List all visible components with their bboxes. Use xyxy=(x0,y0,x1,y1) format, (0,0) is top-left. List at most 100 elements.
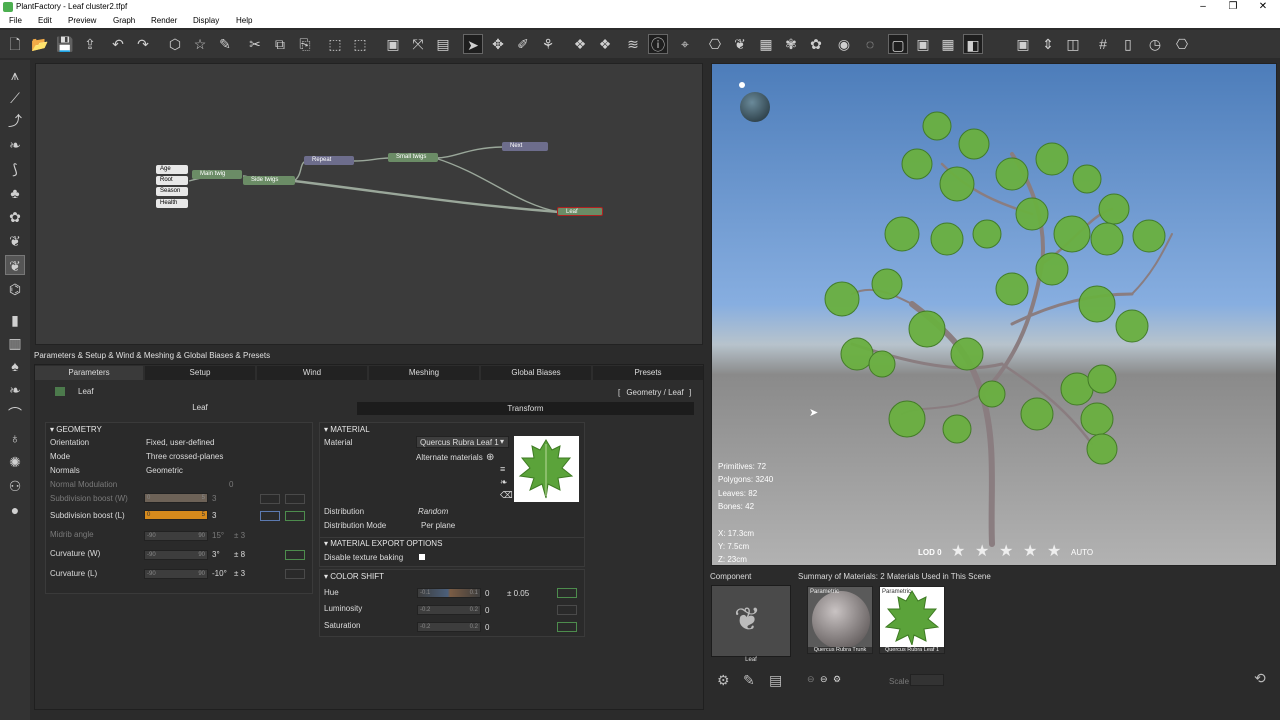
flower-icon[interactable]: ✿ xyxy=(5,207,25,227)
grid-mode-icon[interactable]: ▦ xyxy=(938,34,958,54)
tab-setup[interactable]: Setup xyxy=(145,366,255,380)
settings-icon[interactable]: ⎔ xyxy=(1172,34,1192,54)
sat-slider[interactable]: -0.2 0.2 xyxy=(417,622,481,632)
grid-icon[interactable]: # xyxy=(1093,34,1113,54)
node-graph[interactable]: Age Root Season Health Main twig Side tw… xyxy=(35,63,703,345)
root-icon[interactable]: ⚇ xyxy=(5,476,25,496)
subtab-transform[interactable]: Transform xyxy=(357,404,694,413)
info-icon[interactable]: ⓘ xyxy=(648,34,668,54)
zoom-out-icon[interactable]: ⊖ xyxy=(807,674,815,685)
edit-component-icon[interactable]: ✎ xyxy=(743,672,755,689)
shaded-mode-icon[interactable]: ◧ xyxy=(963,34,983,54)
leaf-small-icon[interactable]: ❧ xyxy=(500,477,508,488)
restore-button[interactable]: ❐ xyxy=(1218,0,1248,14)
lum-slider[interactable]: -0.2 0.2 xyxy=(417,605,481,615)
subdiv-w-slider[interactable]: 05 xyxy=(144,493,208,503)
color-mode-icon[interactable]: ▣ xyxy=(913,34,933,54)
graph-input-root[interactable]: Root xyxy=(156,176,188,185)
gradient-icon[interactable]: ▣ xyxy=(1013,34,1033,54)
sphere-icon[interactable]: ● xyxy=(5,500,25,520)
render-icon[interactable]: ⎔ xyxy=(705,34,725,54)
close-button[interactable]: ✕ xyxy=(1248,0,1278,14)
lod-star-5-icon[interactable]: ★ xyxy=(1047,541,1061,561)
material-item-trunk[interactable]: Parametric Quercus Rubra Trunk xyxy=(807,586,873,654)
hue-graph[interactable] xyxy=(557,588,577,598)
graph-input-season[interactable]: Season xyxy=(156,187,188,196)
move-tool-icon[interactable]: ✥ xyxy=(488,34,508,54)
fit-icon[interactable]: ⤧ xyxy=(408,34,428,54)
node-tool-icon[interactable]: ❖ xyxy=(570,34,590,54)
minimize-button[interactable]: – xyxy=(1188,0,1218,14)
menu-display[interactable]: Display xyxy=(193,16,219,25)
stem-tool-icon[interactable]: ⟋ xyxy=(5,88,25,108)
compass-icon[interactable]: ◷ xyxy=(1145,34,1165,54)
save-file-icon[interactable]: 💾 xyxy=(55,34,75,54)
cube-icon[interactable]: ⬡ xyxy=(165,34,185,54)
midrib-value[interactable]: 15° xyxy=(212,531,224,540)
bake-checkbox[interactable] xyxy=(419,554,425,560)
menu-file[interactable]: File xyxy=(9,16,22,25)
tab-parameters[interactable]: Parameters xyxy=(35,366,143,380)
export-icon[interactable]: ⇪ xyxy=(80,34,100,54)
menu-render[interactable]: Render xyxy=(151,16,177,25)
tab-global-biases[interactable]: Global Biases xyxy=(481,366,591,380)
leaf-tool-icon[interactable]: ❦ xyxy=(730,34,750,54)
geometry-icon[interactable]: ⌬ xyxy=(5,279,25,299)
menu-graph[interactable]: Graph xyxy=(113,16,135,25)
menu-edit[interactable]: Edit xyxy=(38,16,52,25)
select-tool-icon[interactable]: ➤ xyxy=(463,34,483,54)
orientation-value[interactable]: Fixed, user-defined xyxy=(146,438,214,447)
export-header[interactable]: ▾ MATERIAL EXPORT OPTIONS xyxy=(324,539,442,548)
bush-icon[interactable]: ♠ xyxy=(5,356,25,376)
trunk-icon[interactable]: ▥ xyxy=(5,333,25,353)
curv-l-value[interactable]: -10° xyxy=(212,569,227,578)
tab-presets[interactable]: Presets xyxy=(593,366,703,380)
hue-slider[interactable]: -0.1 0.1 xyxy=(417,588,481,598)
subdiv-l-slider[interactable]: 05 xyxy=(144,510,208,520)
curv-w-slider[interactable]: -90 90 xyxy=(144,550,208,560)
group-icon[interactable]: ⬚ xyxy=(325,34,345,54)
normals-value[interactable]: Geometric xyxy=(146,466,183,475)
subdiv-w-curve[interactable] xyxy=(260,494,280,504)
add-component-icon[interactable]: ⚙ xyxy=(717,672,730,689)
curv-w-variation[interactable]: ± 8 xyxy=(234,550,245,559)
component-thumbnail[interactable]: ❦ xyxy=(711,585,791,657)
leaf-shape-icon[interactable]: ❧ xyxy=(5,135,25,155)
subdiv-w-graph[interactable] xyxy=(285,494,305,504)
subdiv-l-curve[interactable] xyxy=(260,511,280,521)
fruit-icon[interactable]: ♁ xyxy=(5,428,25,448)
branch-icon[interactable]: ⟆ xyxy=(5,159,25,179)
refresh-icon[interactable]: ⟲ xyxy=(1254,670,1266,687)
leaf-icon[interactable]: ❦ xyxy=(5,231,25,251)
star-icon[interactable]: ☆ xyxy=(190,34,210,54)
layout-icon[interactable]: ▤ xyxy=(433,34,453,54)
tree-icon[interactable]: ♣ xyxy=(5,183,25,203)
material-item-leaf[interactable]: Parametric Quercus Rubra Leaf 1 xyxy=(879,586,945,654)
subdiv-l-graph[interactable] xyxy=(285,511,305,521)
display-mode-icon[interactable]: ▢ xyxy=(888,34,908,54)
image-icon[interactable]: ▦ xyxy=(756,34,776,54)
graph-node-leaf[interactable]: Leaf xyxy=(557,207,603,216)
redo-icon[interactable]: ↷ xyxy=(133,34,153,54)
lum-graph[interactable] xyxy=(557,605,577,615)
component-menu-icon[interactable]: ▤ xyxy=(769,672,782,689)
ungroup-icon[interactable]: ⬚ xyxy=(350,34,370,54)
curv-w-graph[interactable] xyxy=(285,550,305,560)
eye-icon[interactable]: ◉ xyxy=(834,34,854,54)
curv-l-slider[interactable]: -90 90 xyxy=(144,569,208,579)
subtab-leaf[interactable]: Leaf xyxy=(45,403,355,412)
subdiv-w-value[interactable]: 3 xyxy=(212,494,216,503)
curv-w-value[interactable]: 3° xyxy=(212,550,220,559)
hue-variation[interactable]: ± 0.05 xyxy=(507,589,529,598)
leaf-active-icon[interactable]: ❦ xyxy=(5,255,25,275)
remove-material-icon[interactable]: ⊖ xyxy=(820,674,828,685)
settings-small-icon[interactable]: ⚙ xyxy=(833,674,841,685)
add-circle-icon[interactable]: ⊕ xyxy=(486,452,494,463)
new-file-icon[interactable]: 🗋 xyxy=(5,34,25,54)
graph-node-next[interactable]: Next xyxy=(502,142,548,151)
branch-tool-icon[interactable]: ⚘ xyxy=(538,34,558,54)
shape-tool-icon[interactable]: ⩚ xyxy=(5,65,25,85)
graph-node-main-twig[interactable]: Main twig xyxy=(192,170,242,179)
midrib-slider[interactable]: -90 90 xyxy=(144,531,208,541)
undo-icon[interactable]: ↶ xyxy=(108,34,128,54)
